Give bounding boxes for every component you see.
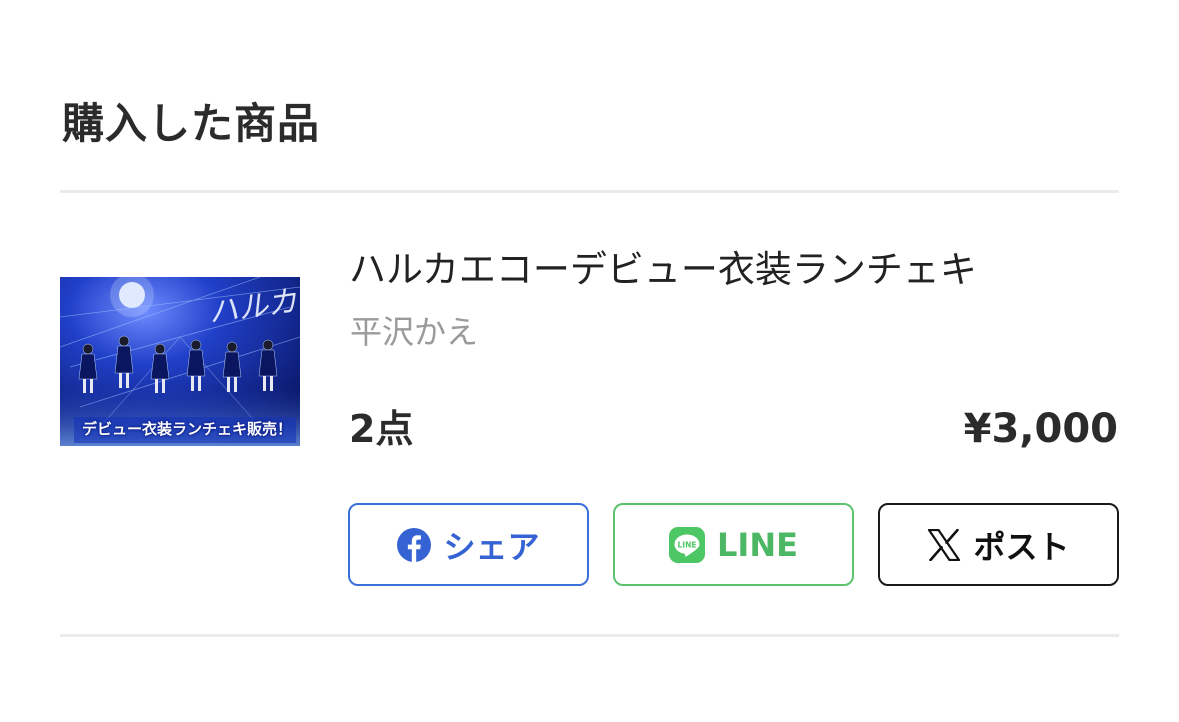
x-post-label: ポスト	[973, 527, 1070, 566]
facebook-icon	[397, 527, 432, 562]
facebook-share-button[interactable]: シェア	[348, 503, 589, 586]
product-image[interactable]: ハルカエコー デビュー衣装ランチェキ販売！	[60, 277, 300, 446]
line-icon: LINE	[669, 526, 706, 563]
product-name[interactable]: ハルカエコーデビュー衣装ランチェキ	[349, 244, 977, 296]
x-post-button[interactable]: ポスト	[878, 503, 1119, 586]
facebook-share-label: シェア	[443, 527, 540, 566]
product-image-caption: デビュー衣装ランチェキ販売！	[81, 420, 292, 438]
artist-name: 平沢かえ	[350, 313, 479, 351]
bottom-divider	[60, 634, 1119, 637]
quantity-value: 2点	[349, 407, 414, 451]
section-title: 購入した商品	[62, 99, 321, 148]
line-share-label: LINE	[717, 525, 798, 564]
price-value: ¥3,000	[963, 406, 1118, 452]
svg-text:LINE: LINE	[678, 540, 697, 549]
top-divider	[60, 190, 1119, 193]
line-share-button[interactable]: LINE LINE	[613, 503, 854, 586]
x-icon	[927, 528, 961, 561]
